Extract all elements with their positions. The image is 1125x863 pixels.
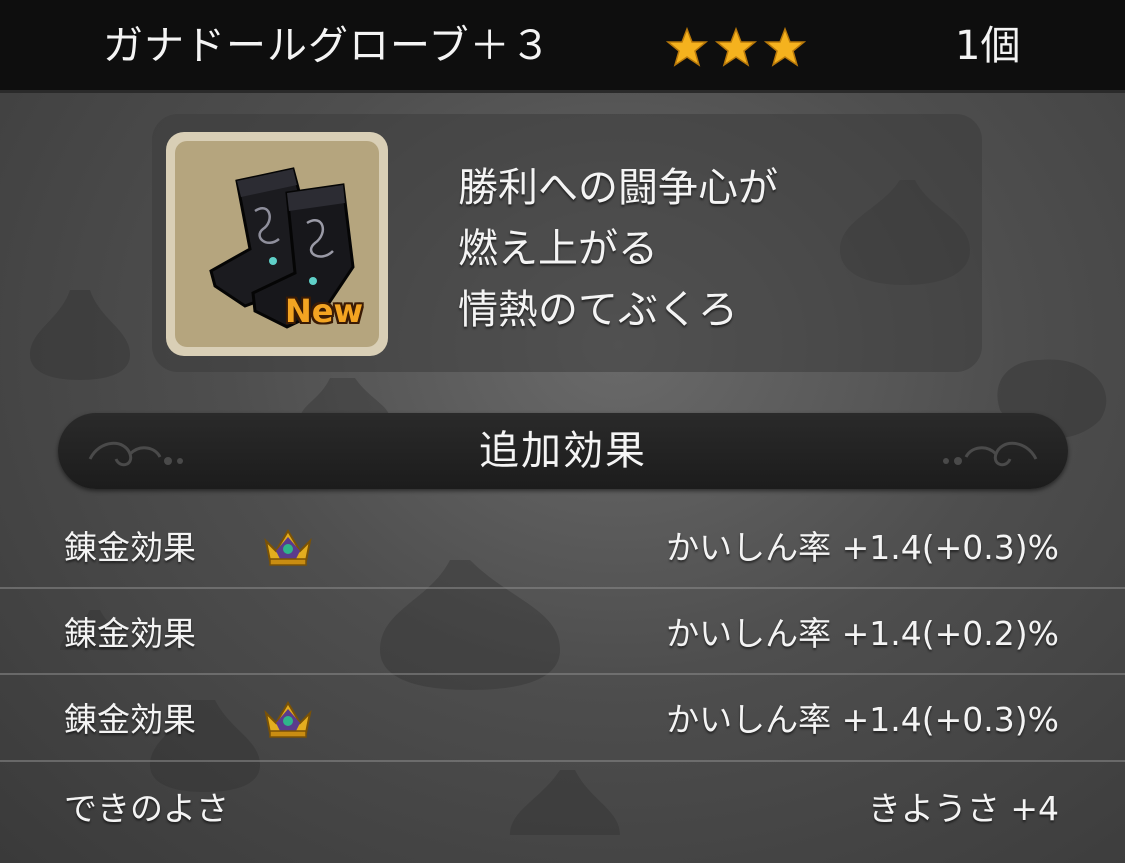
item-icon-frame[interactable]: New <box>166 132 388 356</box>
effect-label: 錬金効果 <box>64 700 196 739</box>
effect-row[interactable]: 錬金効果 かいしん率 +1.4(+0.2)% <box>0 591 1125 677</box>
effect-label: 錬金効果 <box>64 614 196 653</box>
effect-value: かいしん率 +1.4(+0.3)% <box>666 700 1059 739</box>
effect-label: 錬金効果 <box>64 528 196 567</box>
rarity-stars <box>666 27 806 67</box>
crown-icon <box>264 529 312 566</box>
effect-label: できのよさ <box>64 789 229 828</box>
row-divider <box>0 587 1125 589</box>
section-header-bar: 追加効果 <box>58 413 1068 489</box>
item-description: 勝利への闘争心が 燃え上がる 情熱のてぶくろ <box>458 158 958 341</box>
item-header: ガナドールグローブ＋３ 1個 <box>0 0 1125 93</box>
row-divider <box>0 673 1125 675</box>
effect-row[interactable]: 錬金効果 かいしん率 +1.4(+0.3)% <box>0 505 1125 591</box>
description-line: 燃え上がる <box>458 226 658 272</box>
effect-value: きようさ +4 <box>867 789 1059 828</box>
description-line: 勝利への闘争心が <box>458 165 778 211</box>
star-icon <box>714 27 758 67</box>
star-icon <box>666 27 709 67</box>
description-line: 情熱のてぶくろ <box>458 287 738 333</box>
item-quantity: 1個 <box>955 23 1021 69</box>
effect-value: かいしん率 +1.4(+0.3)% <box>666 528 1059 567</box>
ornament-right-icon <box>943 441 1038 467</box>
crown-icon <box>264 701 312 738</box>
item-name: ガナドールグローブ＋３ <box>103 23 552 69</box>
section-title: 追加効果 <box>479 428 647 474</box>
new-badge: New <box>285 292 364 330</box>
row-divider <box>0 760 1125 762</box>
star-icon <box>763 27 806 67</box>
effect-row[interactable]: できのよさ きようさ +4 <box>0 766 1125 852</box>
effect-value: かいしん率 +1.4(+0.2)% <box>666 614 1059 653</box>
effect-row[interactable]: 錬金効果 かいしん率 +1.4(+0.3)% <box>0 677 1125 763</box>
